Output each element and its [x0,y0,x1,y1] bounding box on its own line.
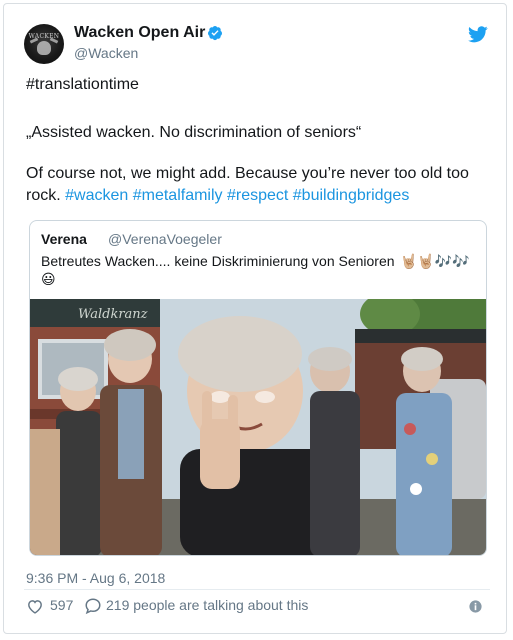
heart-icon[interactable] [26,598,44,614]
photo-illustration [30,299,486,555]
like-count[interactable]: 597 [50,597,73,613]
quoted-tweet[interactable]: Verena @VerenaVoegeler Betreutes Wacken.… [29,220,487,556]
quoted-tweet-text: Betreutes Wacken.... keine Diskriminieru… [41,253,395,269]
skull-icon [37,41,51,55]
talking-count[interactable]: 219 people are talking about this [106,597,308,613]
quoted-account-name: Verena [41,231,87,247]
tweet-body-text: rock. [26,187,66,204]
timestamp[interactable]: 9:36 PM - Aug 6, 2018 [26,570,165,586]
photo-sign-text: Waldkranz [78,307,148,322]
avatar[interactable]: WACKEN [24,24,64,64]
account-handle[interactable]: @Wacken [74,45,138,61]
tweet-body-line-2: rock. #wacken #metalfamily #respect #bui… [26,185,409,207]
hashtag-link[interactable]: #translationtime [26,74,139,96]
account-name[interactable]: Wacken Open Air [74,24,205,42]
quoted-photo[interactable]: Waldkranz [30,299,486,555]
avatar-logo-text: WACKEN [28,33,60,40]
tweet-quote-text: „Assisted wacken. No discrimination of s… [26,124,362,141]
divider [24,589,490,590]
info-icon[interactable] [469,600,482,613]
twitter-bird-icon[interactable] [468,26,488,43]
reply-bubble-icon[interactable] [84,597,102,615]
quoted-account-handle: @VerenaVoegeler [108,231,222,247]
tweet-body-line-1: Of course not, we might add. Because you… [26,165,469,182]
emoji-rock-music: 🤘🏼🤘🏼🎶🎶 [400,253,470,269]
verified-badge-icon [208,26,222,41]
tweet-card: WACKEN Wacken Open Air @Wacken #translat… [3,3,507,634]
emoji-smile: 😃 [41,271,56,287]
hashtag-links[interactable]: #wacken #metalfamily #respect #buildingb… [65,187,409,204]
